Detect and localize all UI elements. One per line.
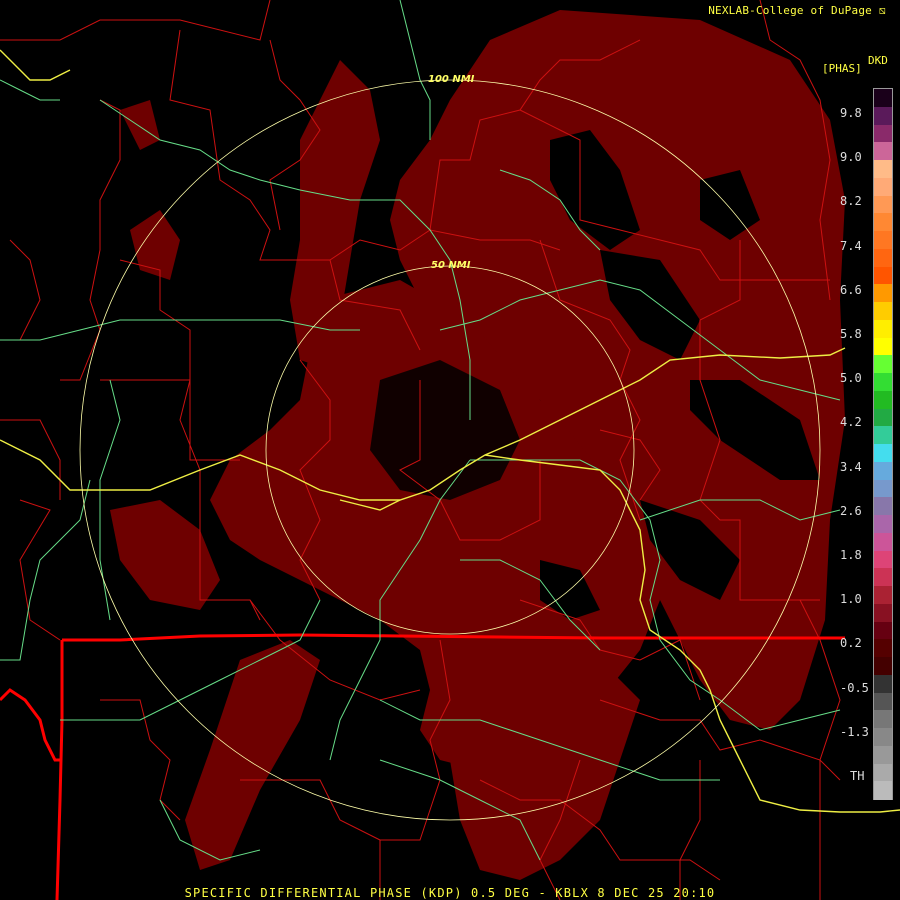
credit-label: NEXLAB-College of DuPage (708, 4, 872, 17)
product-code: DKD (868, 54, 888, 67)
color-scale-tick-label: 7.4 (840, 238, 862, 253)
color-scale-segment (874, 124, 892, 143)
ring-label-100: 100 NMI (428, 74, 475, 85)
color-scale-segment (874, 532, 892, 551)
color-scale-segment (874, 177, 892, 196)
color-scale-segment (874, 444, 892, 463)
color-scale-segment (874, 497, 892, 516)
color-scale-tick-label: 2.6 (840, 503, 862, 518)
color-scale-segment (874, 106, 892, 125)
color-scale-segment (874, 231, 892, 250)
color-scale-segment (874, 373, 892, 392)
color-scale-tick-label: 5.0 (840, 371, 862, 386)
color-scale-tick-label: -1.3 (840, 724, 869, 739)
color-scale-tick-label: 1.0 (840, 592, 862, 607)
color-scale-tick-label: 1.8 (840, 548, 862, 562)
color-scale-segment (874, 692, 892, 711)
color-scale-segment (874, 390, 892, 409)
color-scale-segment (874, 160, 892, 179)
color-scale-segment (874, 568, 892, 587)
color-scale-segment (874, 550, 892, 569)
color-scale-bar (873, 88, 893, 800)
color-scale-tick-label: 6.6 (840, 282, 862, 297)
color-scale-segment (874, 266, 892, 285)
color-scale-tick-label: 8.2 (840, 194, 862, 209)
color-scale-tick-label: 5.8 (840, 327, 862, 341)
color-scale-segment (874, 657, 892, 676)
color-scale-segment (874, 142, 892, 161)
color-scale-tick-label: -0.5 (840, 680, 869, 695)
color-scale-segment (874, 710, 892, 729)
color-scale-segment (874, 639, 892, 658)
color-scale-segment (874, 674, 892, 693)
color-scale-segment (874, 621, 892, 640)
color-scale-tick-label: 3.4 (840, 459, 862, 474)
color-scale-segment (874, 195, 892, 214)
color-scale-segment (874, 586, 892, 605)
color-scale-segment (874, 745, 892, 764)
color-scale-segment (874, 603, 892, 622)
color-scale-segment (874, 319, 892, 338)
color-scale-segment (874, 515, 892, 534)
color-scale-segment (874, 284, 892, 303)
color-scale-segment (874, 479, 892, 498)
color-scale-segment (874, 728, 892, 747)
color-scale-tick-label: TH (850, 769, 865, 783)
color-scale-tick-label: 9.0 (840, 150, 862, 165)
radar-map: 100 NMI 50 NMI (0, 0, 900, 900)
color-scale-tick-label: 4.2 (840, 415, 862, 430)
units-label: [PHAS] (822, 62, 862, 75)
color-scale-segment (874, 426, 892, 445)
credit-text: NEXLAB-College of DuPage ⧅ (708, 4, 886, 18)
color-scale-segment (874, 302, 892, 321)
logo-icon: ⧅ (878, 4, 886, 17)
color-scale-segment (874, 213, 892, 232)
ring-label-50: 50 NMI (431, 260, 471, 271)
color-scale-tick-label: 0.2 (840, 636, 862, 651)
color-scale-segment (874, 355, 892, 374)
color-scale-segment (874, 337, 892, 356)
product-caption: SPECIFIC DIFFERENTIAL PHASE (KDP) 0.5 DE… (184, 886, 716, 900)
color-scale-segment (874, 89, 892, 108)
color-scale-tick-label: 9.8 (840, 106, 862, 120)
color-scale-segment (874, 248, 892, 267)
color-scale-segment (874, 408, 892, 427)
color-scale-segment (874, 781, 892, 800)
color-scale-segment (874, 461, 892, 480)
